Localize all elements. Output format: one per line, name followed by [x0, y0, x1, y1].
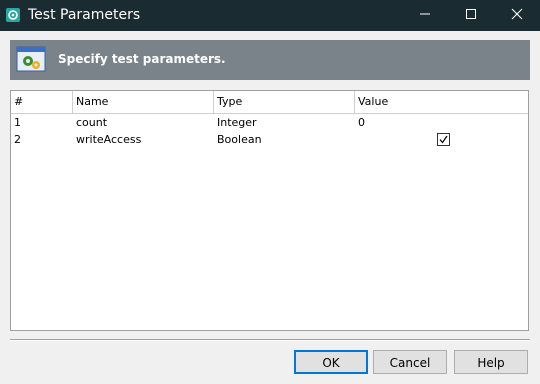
row-type[interactable]: Boolean — [214, 131, 355, 148]
separator — [10, 339, 530, 341]
row-index: 2 — [14, 133, 21, 146]
column-header-value[interactable]: Value — [355, 91, 528, 113]
row-type[interactable]: Integer — [214, 114, 355, 131]
help-button[interactable]: Help — [454, 350, 528, 374]
row-value[interactable]: 0 — [355, 114, 528, 131]
window-title: Test Parameters — [28, 7, 141, 23]
table-row[interactable]: 2 writeAccess Boolean — [11, 131, 528, 148]
instruction-text: Specify test parameters. — [58, 52, 226, 66]
minimize-icon — [419, 8, 431, 23]
table-row[interactable]: 1 count Integer 0 — [11, 114, 528, 131]
parameters-icon — [16, 45, 46, 75]
cancel-button[interactable]: Cancel — [373, 350, 447, 374]
app-gear-icon — [5, 7, 21, 23]
maximize-icon — [465, 8, 477, 23]
column-header-index[interactable]: # — [11, 91, 73, 113]
maximize-button[interactable] — [448, 0, 494, 31]
grid-header: # Name Type Value — [11, 91, 528, 114]
parameters-grid[interactable]: # Name Type Value 1 count Integer 0 2 wr… — [10, 90, 529, 331]
row-name[interactable]: writeAccess — [73, 131, 214, 148]
column-header-type[interactable]: Type — [214, 91, 355, 113]
ok-button[interactable]: OK — [294, 350, 368, 374]
row-index: 1 — [14, 116, 21, 129]
title-bar[interactable]: Test Parameters — [0, 0, 540, 31]
minimize-button[interactable] — [402, 0, 448, 31]
write-access-checkbox[interactable] — [437, 133, 450, 146]
row-name[interactable]: count — [73, 114, 214, 131]
close-button[interactable] — [494, 0, 540, 31]
column-header-name[interactable]: Name — [73, 91, 214, 113]
close-icon — [511, 8, 523, 23]
instruction-banner: Specify test parameters. — [10, 40, 530, 80]
